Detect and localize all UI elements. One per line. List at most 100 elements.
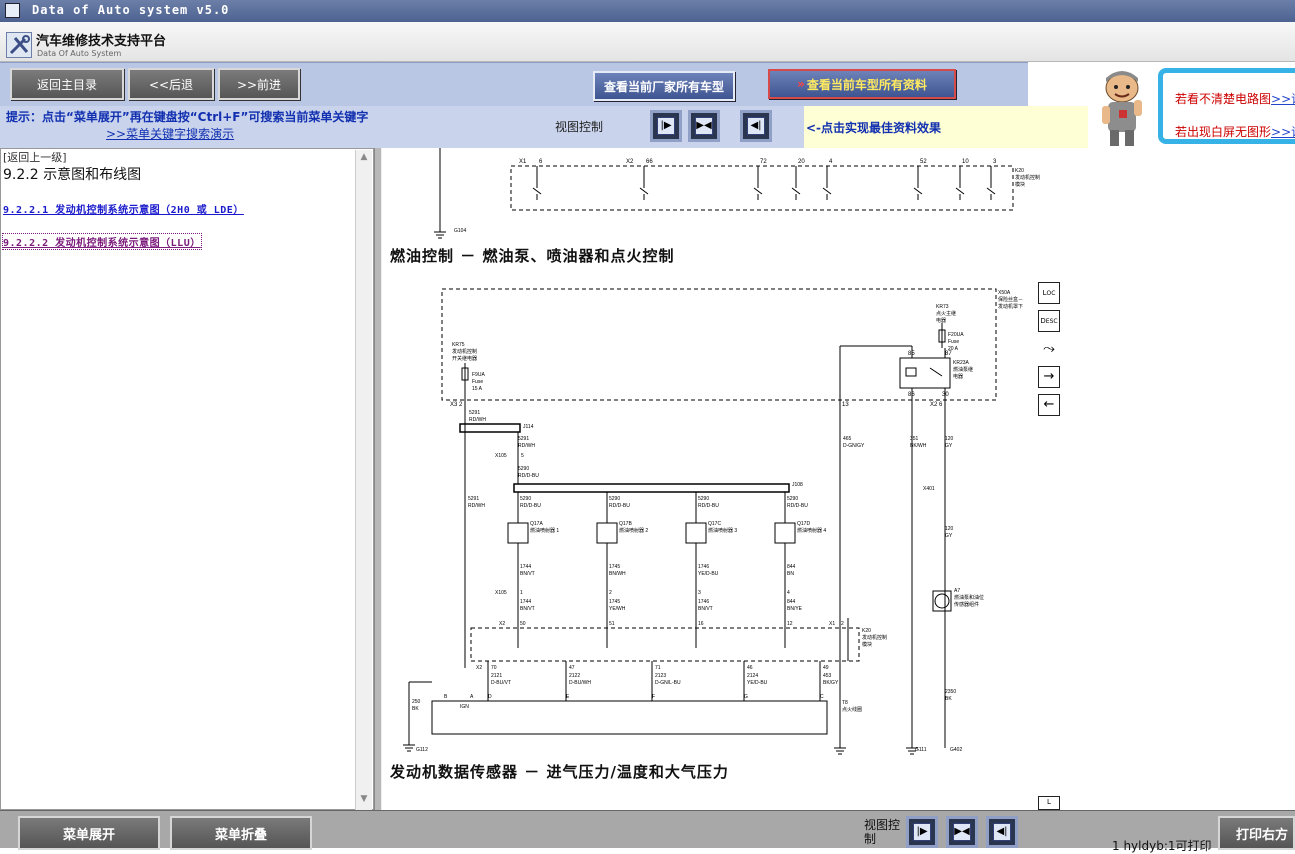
view-split-button[interactable]: ▶◀ (688, 110, 720, 142)
coil-wire-label: 2121 D-BU/VT (491, 673, 511, 686)
back-button[interactable]: <<后退 (128, 68, 214, 100)
ign-label: IGN (460, 704, 469, 710)
top-pin-label: 10 (962, 159, 969, 165)
pin-x3-2-label: X3 2 (450, 402, 463, 408)
section-title: 9.2.2 示意图和布线图 (3, 167, 142, 183)
wire-351-label: 351 BK/WH (910, 436, 927, 449)
arrow-right-icon: |▶ (657, 117, 675, 135)
back-up-link[interactable]: [返回上一级] (3, 149, 67, 165)
relay-pin-label: 86 (908, 392, 915, 398)
x105-pin-label: 1 (520, 590, 523, 596)
bottom-view-control-label: 视图控 制 (864, 818, 901, 846)
k20-pin-label: 51 (609, 621, 615, 627)
x105-pin-label: 2 (609, 590, 612, 596)
all-models-button[interactable]: 查看当前厂家所有车型 (593, 71, 735, 101)
injector-name-label: 燃油喷射器 2 (619, 527, 648, 534)
coil-wire-label: 2123 D-GN/L-BU (655, 673, 681, 686)
scroll-down-icon[interactable]: ▼ (358, 794, 370, 808)
bottom-view-left-button[interactable]: ◀| (986, 816, 1018, 848)
desc-icon[interactable]: DESC (1038, 310, 1060, 332)
promo-link-1[interactable]: >>请 (1271, 92, 1295, 106)
top-switch (532, 187, 542, 195)
loc-icon[interactable]: LOC (1038, 282, 1060, 304)
heading-engine-sensors: 发动机数据传感器 － 进气压力/温度和大气压力 (390, 763, 729, 781)
toc-item-llu[interactable]: 9.2.2.2 发动机控制系统示意图（LLU） (2, 233, 202, 250)
a7-label: A7 燃油泵和油位传感器组件 (954, 588, 984, 608)
wire-5291-label: 5291 RD/WH (469, 410, 486, 423)
injector-name-label: 燃油喷射器 3 (708, 527, 737, 534)
top-switch (753, 187, 763, 195)
top-pin-label: 66 (646, 159, 653, 165)
top-switch (986, 187, 996, 195)
view-expand-left-button[interactable]: ◀| (740, 110, 772, 142)
connector-icon[interactable]: ⤳ (1038, 338, 1060, 360)
print-button[interactable]: 打印右方 (1218, 816, 1295, 850)
wire-465-label: 465 D-GN/GY (843, 436, 865, 449)
heading-fuel-control: 燃油控制 － 燃油泵、喷油器和点火控制 (390, 247, 675, 265)
top-pin-label: 20 (798, 159, 805, 165)
wire-5291-label: 5291 RD/WH (518, 436, 535, 449)
menu-expand-button[interactable]: 菜单展开 (18, 816, 160, 850)
top-switch (955, 187, 965, 195)
all-info-button[interactable]: » 查看当前车型所有资料 (768, 69, 956, 99)
loc-icon-bottom[interactable]: L (1038, 796, 1060, 810)
all-info-label: 查看当前车型所有资料 (806, 77, 927, 92)
x1-label: X1 (829, 621, 835, 627)
top-switch (822, 187, 832, 195)
promo-line-2: 若出现白屏无图形>>请 (1175, 123, 1295, 140)
toc-item-2h0-lde[interactable]: 9.2.2.1 发动机控制系统示意图（2H0 或 LDE） (3, 201, 244, 216)
nav-bar: 返回主目录 <<后退 >>前进 查看当前厂家所有车型 » 查看当前车型所有资料 (0, 62, 1028, 106)
prev-arrow-icon[interactable]: ← (1038, 394, 1060, 416)
k20-pin-label: 16 (698, 621, 704, 627)
search-demo-link[interactable]: >>菜单关键字搜索演示 (106, 125, 234, 142)
top-switch (913, 187, 923, 195)
double-chevron-icon: » (797, 77, 805, 91)
k20-lower-pin-label: 46 (747, 665, 753, 671)
injector-in-wire-label: 5290 RD/D-BU (520, 496, 541, 509)
injector-out2-wire-label: 1744 BN/VT (520, 599, 535, 612)
relay-pin-label: 30 (942, 392, 949, 398)
x105-label: X105 (495, 453, 507, 459)
bottom-view-right-button[interactable]: |▶ (906, 816, 938, 848)
view-control-label: 视图控制 (555, 120, 604, 134)
forward-button[interactable]: >>前进 (218, 68, 300, 100)
view-expand-right-button[interactable]: |▶ (650, 110, 682, 142)
app-header: 汽车维修技术支持平台 Data Of Auto System (0, 22, 1295, 62)
promo-line-1: 若看不清楚电路图>>请 (1175, 90, 1295, 107)
promo-link-2[interactable]: >>请 (1271, 125, 1295, 139)
best-effect-tip: <-点击实现最佳资料效果 (804, 106, 1088, 148)
top-switch (639, 187, 649, 195)
j114-label: J114 (523, 424, 534, 430)
menu-collapse-button[interactable]: 菜单折叠 (170, 816, 312, 850)
pin-x2-6-label: X2 6 (930, 402, 943, 408)
k20-pin-label: 12 (787, 621, 793, 627)
top-connector-label: X2 (626, 159, 634, 165)
kr75-label: KR75 发动机控制开关继电器 (452, 342, 477, 362)
injector-name-label: 燃油喷射器 4 (797, 527, 826, 534)
ground-g112-label: G112 (416, 747, 428, 753)
wire-120-label: 120 GY (945, 436, 954, 449)
injector-symbol (685, 522, 707, 544)
x401-label: X401 (923, 486, 935, 492)
next-arrow-icon[interactable]: → (1038, 366, 1060, 388)
coil-pin-label: A (470, 694, 474, 700)
title-bar: Data of Auto system v5.0 (0, 0, 1295, 22)
bottom-view-split-button[interactable]: ▶◀ (946, 816, 978, 848)
mechanic-mascot-icon (1088, 66, 1156, 148)
main-menu-button[interactable]: 返回主目录 (10, 68, 124, 100)
panel-splitter[interactable] (374, 148, 382, 810)
wire-5291-side-label: 5291 RD/WH (468, 496, 485, 509)
injector-out2-wire-label: 1746 BN/VT (698, 599, 713, 612)
wire-250-label: 250 BK (412, 699, 421, 712)
injector-name-label: 燃油喷射器 1 (530, 527, 559, 534)
top-switch (791, 187, 801, 195)
coil-pin-label: E (566, 694, 570, 700)
hint-text: 提示：点击“菜单展开”再在键盘按“Ctrl+F”可搜索当前菜单关键字 (6, 110, 369, 124)
scroll-up-icon[interactable]: ▲ (358, 152, 370, 166)
relay-pin-label: 87 (945, 351, 952, 357)
injector-out-wire-label: 1745 BN/WH (609, 564, 626, 577)
k20-lower-pin-label: 47 (569, 665, 575, 671)
app-subtitle: Data Of Auto System (37, 49, 122, 58)
menu-scrollbar[interactable]: ▲ ▼ (355, 150, 372, 810)
x105-pin-label: 5 (521, 453, 524, 459)
